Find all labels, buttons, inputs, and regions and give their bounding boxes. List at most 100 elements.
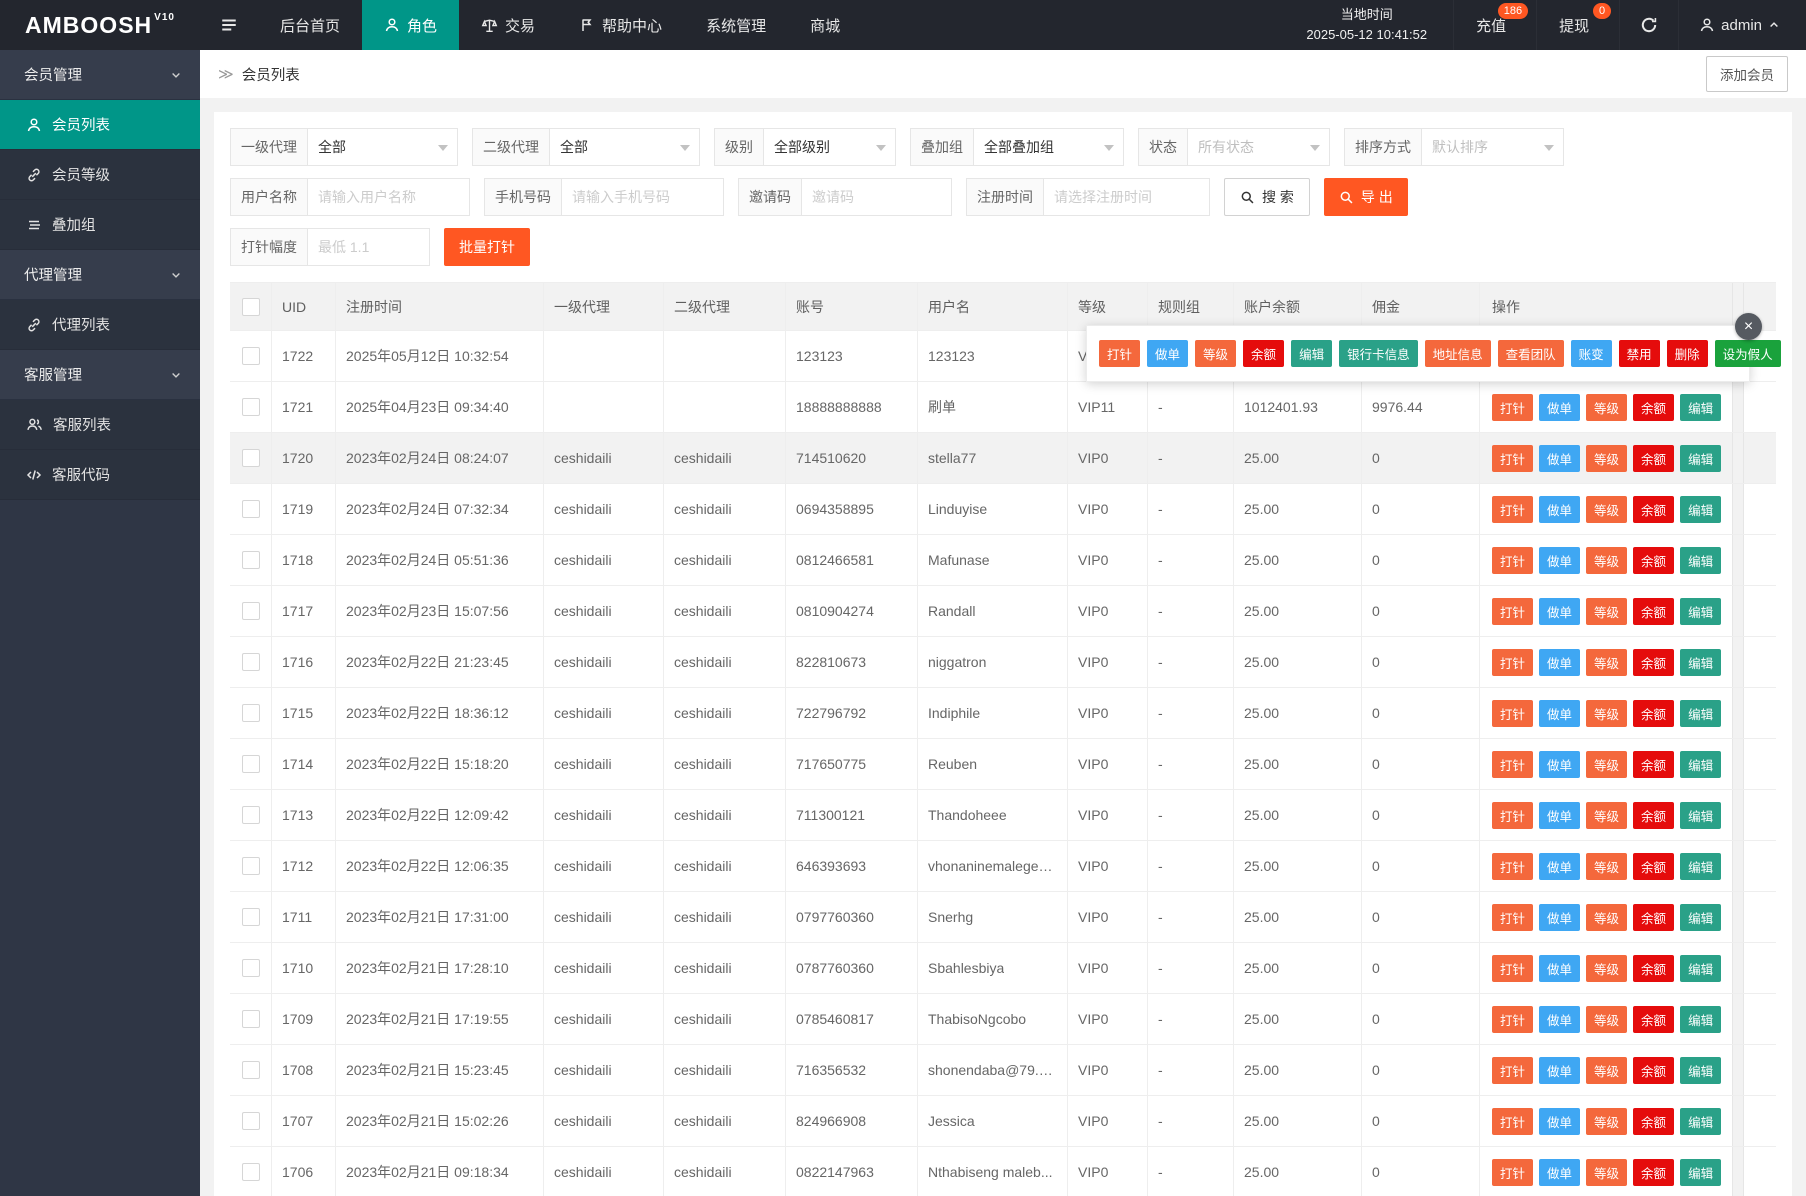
select-all-checkbox[interactable] [241, 297, 260, 316]
filter-select-value-1[interactable]: 全部 [550, 128, 700, 166]
row-action-等级[interactable]: 等级 [1586, 1005, 1628, 1033]
row-action-做单[interactable]: 做单 [1539, 597, 1581, 625]
sidebar-item-3[interactable]: 叠加组 [0, 200, 200, 250]
popup-action-编辑[interactable]: 编辑 [1291, 340, 1333, 367]
row-action-做单[interactable]: 做单 [1539, 852, 1581, 880]
row-action-编辑[interactable]: 编辑 [1680, 1005, 1722, 1033]
table-scrollbar[interactable] [1732, 943, 1744, 993]
popup-action-等级[interactable]: 等级 [1195, 340, 1237, 367]
export-button[interactable]: 导 出 [1323, 178, 1408, 216]
nav-item-3[interactable]: 帮助中心 [557, 0, 684, 50]
filter-input-field-1[interactable] [562, 178, 724, 216]
row-checkbox[interactable] [241, 347, 260, 365]
sidebar-group-4[interactable]: 代理管理 [0, 250, 200, 300]
row-action-编辑[interactable]: 编辑 [1680, 750, 1722, 778]
filter-select-value-3[interactable]: 全部叠加组 [974, 128, 1124, 166]
sidebar-group-0[interactable]: 会员管理 [0, 50, 200, 100]
sidebar-item-8[interactable]: 客服代码 [0, 450, 200, 500]
row-action-做单[interactable]: 做单 [1539, 903, 1581, 931]
row-action-打针[interactable]: 打针 [1492, 903, 1534, 931]
refresh-button[interactable] [1619, 0, 1678, 50]
table-scrollbar[interactable] [1732, 1045, 1744, 1095]
table-scrollbar[interactable] [1732, 586, 1744, 636]
filter-input-field-2[interactable] [802, 178, 952, 216]
row-action-编辑[interactable]: 编辑 [1680, 495, 1722, 523]
popup-close-button[interactable]: × [1735, 313, 1762, 340]
row-action-编辑[interactable]: 编辑 [1680, 597, 1722, 625]
row-checkbox[interactable] [241, 959, 260, 977]
sidebar-item-2[interactable]: 会员等级 [0, 150, 200, 200]
row-action-做单[interactable]: 做单 [1539, 495, 1581, 523]
row-action-做单[interactable]: 做单 [1539, 1107, 1581, 1135]
row-action-余额[interactable]: 余额 [1633, 954, 1675, 982]
table-scrollbar[interactable] [1732, 790, 1744, 840]
filter-select-value-4[interactable]: 所有状态 [1188, 128, 1330, 166]
row-action-等级[interactable]: 等级 [1586, 954, 1628, 982]
row-action-打针[interactable]: 打针 [1492, 597, 1534, 625]
sidebar-item-1[interactable]: 会员列表 [0, 100, 200, 150]
table-scrollbar[interactable] [1732, 1096, 1744, 1146]
row-checkbox[interactable] [241, 602, 260, 620]
row-action-余额[interactable]: 余额 [1633, 1005, 1675, 1033]
table-scrollbar[interactable] [1732, 535, 1744, 585]
row-checkbox[interactable] [241, 551, 260, 569]
filter-select-value-2[interactable]: 全部级别 [764, 128, 896, 166]
row-checkbox[interactable] [241, 1163, 260, 1181]
row-checkbox[interactable] [241, 398, 260, 416]
row-action-编辑[interactable]: 编辑 [1680, 393, 1722, 421]
filter-input-field-3[interactable] [1044, 178, 1210, 216]
row-action-编辑[interactable]: 编辑 [1680, 801, 1722, 829]
row-action-做单[interactable]: 做单 [1539, 1005, 1581, 1033]
popup-action-银行卡信息[interactable]: 银行卡信息 [1339, 340, 1418, 367]
row-action-余额[interactable]: 余额 [1633, 1107, 1675, 1135]
popup-action-删除[interactable]: 删除 [1666, 340, 1708, 367]
row-action-做单[interactable]: 做单 [1539, 546, 1581, 574]
nav-item-5[interactable]: 商城 [788, 0, 862, 50]
row-action-打针[interactable]: 打针 [1492, 1107, 1534, 1135]
popup-action-做单[interactable]: 做单 [1147, 340, 1189, 367]
recharge-button[interactable]: 充值 186 [1453, 0, 1536, 50]
table-scrollbar[interactable] [1732, 892, 1744, 942]
row-action-等级[interactable]: 等级 [1586, 1056, 1628, 1084]
row-checkbox[interactable] [241, 1010, 260, 1028]
row-action-余额[interactable]: 余额 [1633, 1056, 1675, 1084]
row-checkbox[interactable] [241, 500, 260, 518]
row-action-打针[interactable]: 打针 [1492, 495, 1534, 523]
sidebar-item-5[interactable]: 代理列表 [0, 300, 200, 350]
row-action-做单[interactable]: 做单 [1539, 393, 1581, 421]
popup-action-设为假人[interactable]: 设为假人 [1714, 340, 1781, 367]
row-checkbox[interactable] [241, 449, 260, 467]
row-action-余额[interactable]: 余额 [1633, 903, 1675, 931]
row-action-做单[interactable]: 做单 [1539, 750, 1581, 778]
nav-item-1[interactable]: 角色 [362, 0, 460, 50]
row-action-打针[interactable]: 打针 [1492, 852, 1534, 880]
filter-select-value-0[interactable]: 全部 [308, 128, 458, 166]
batch-inject-button[interactable]: 批量打针 [444, 228, 530, 266]
row-action-等级[interactable]: 等级 [1586, 393, 1628, 421]
row-checkbox[interactable] [241, 908, 260, 926]
row-action-等级[interactable]: 等级 [1586, 801, 1628, 829]
popup-action-查看团队[interactable]: 查看团队 [1497, 340, 1564, 367]
table-scrollbar[interactable] [1732, 433, 1744, 483]
row-action-打针[interactable]: 打针 [1492, 954, 1534, 982]
row-checkbox[interactable] [241, 755, 260, 773]
row-action-等级[interactable]: 等级 [1586, 903, 1628, 931]
row-action-等级[interactable]: 等级 [1586, 495, 1628, 523]
table-scrollbar[interactable] [1732, 637, 1744, 687]
row-action-余额[interactable]: 余额 [1633, 699, 1675, 727]
withdraw-button[interactable]: 提现 0 [1536, 0, 1619, 50]
popup-action-地址信息[interactable]: 地址信息 [1424, 340, 1491, 367]
row-action-余额[interactable]: 余额 [1633, 393, 1675, 421]
row-action-等级[interactable]: 等级 [1586, 1107, 1628, 1135]
row-action-打针[interactable]: 打针 [1492, 750, 1534, 778]
row-action-编辑[interactable]: 编辑 [1680, 546, 1722, 574]
sidebar-toggle-button[interactable] [200, 0, 258, 50]
row-action-等级[interactable]: 等级 [1586, 648, 1628, 676]
row-action-余额[interactable]: 余额 [1633, 1158, 1675, 1186]
row-action-编辑[interactable]: 编辑 [1680, 699, 1722, 727]
row-action-余额[interactable]: 余额 [1633, 852, 1675, 880]
row-checkbox[interactable] [241, 1112, 260, 1130]
nav-item-2[interactable]: 交易 [459, 0, 557, 50]
row-action-余额[interactable]: 余额 [1633, 444, 1675, 472]
row-action-做单[interactable]: 做单 [1539, 699, 1581, 727]
